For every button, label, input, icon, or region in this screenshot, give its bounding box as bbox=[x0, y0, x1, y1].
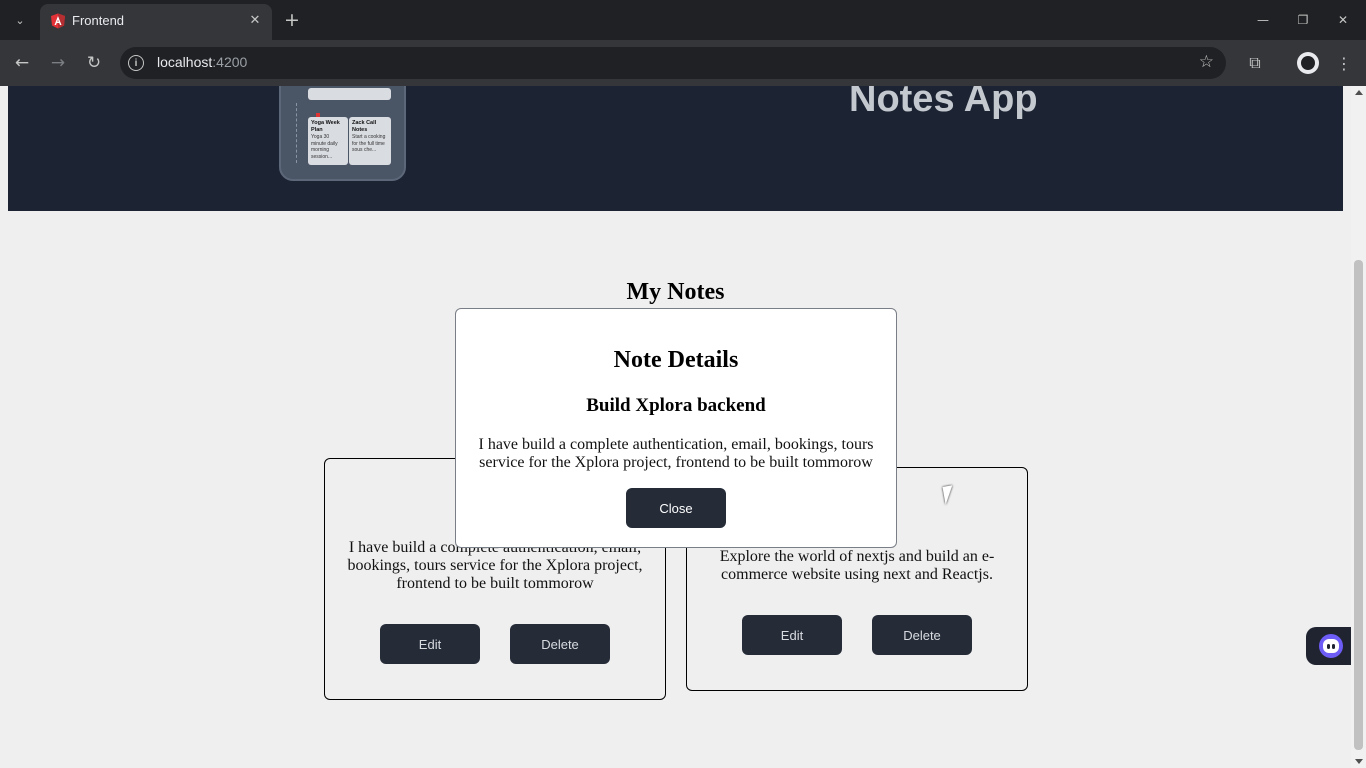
url-port: :4200 bbox=[212, 54, 248, 70]
url-text[interactable]: localhost:4200 bbox=[157, 54, 247, 70]
tab-title: Frontend bbox=[72, 13, 125, 28]
note-body: Explore the world of nextjs and build an… bbox=[719, 548, 995, 583]
phone-card: Yoga Week Plan Yoga 30 minute daily morn… bbox=[308, 117, 348, 165]
edit-button[interactable]: Edit bbox=[742, 615, 842, 655]
modal-note-title: Build Xplora backend bbox=[586, 395, 766, 416]
chevron-down-icon[interactable]: ⌄ bbox=[8, 8, 32, 32]
star-icon[interactable]: ☆ bbox=[1199, 52, 1214, 72]
scrollbar[interactable] bbox=[1351, 86, 1366, 768]
info-icon[interactable]: i bbox=[128, 55, 144, 71]
phone-illustration: Yoga Week Plan Yoga 30 minute daily morn… bbox=[279, 86, 406, 181]
modal-heading: Note Details bbox=[613, 347, 739, 373]
modal-note-body: I have build a complete authentication, … bbox=[478, 436, 874, 471]
reload-icon[interactable]: ↻ bbox=[82, 51, 106, 75]
arrow-right-icon[interactable]: → bbox=[46, 51, 70, 75]
scroll-up-arrow[interactable] bbox=[1355, 90, 1363, 95]
scrollbar-thumb[interactable] bbox=[1354, 260, 1363, 750]
minimize-icon[interactable]: — bbox=[1251, 8, 1275, 32]
plus-icon[interactable]: + bbox=[282, 8, 302, 32]
kebab-menu-icon[interactable]: ⋮ bbox=[1332, 51, 1356, 75]
chatbot-eye bbox=[1327, 644, 1330, 649]
delete-button[interactable]: Delete bbox=[510, 624, 610, 664]
close-button[interactable]: Close bbox=[626, 488, 726, 528]
avatar[interactable] bbox=[1297, 52, 1319, 74]
chatbot-eye bbox=[1332, 644, 1335, 649]
arrow-left-icon[interactable]: ← bbox=[10, 51, 34, 75]
close-icon[interactable]: ✕ bbox=[246, 11, 264, 29]
page-viewport: Yoga Week Plan Yoga 30 minute daily morn… bbox=[0, 86, 1366, 768]
phone-card-text: Yoga 30 minute daily morning session... bbox=[311, 134, 338, 160]
phone-timeline bbox=[296, 103, 298, 163]
scroll-down-arrow[interactable] bbox=[1355, 759, 1363, 764]
phone-card-top bbox=[308, 88, 391, 100]
phone-card-title: Zack Call Notes bbox=[352, 120, 377, 134]
note-details-modal: Note Details Build Xplora backend I have… bbox=[455, 308, 897, 548]
hero-title: Notes App bbox=[849, 86, 1038, 120]
puzzle-icon[interactable]: ⧉ bbox=[1243, 51, 1267, 75]
angular-icon bbox=[51, 13, 65, 29]
phone-card-title: Yoga Week Plan bbox=[311, 120, 340, 134]
phone-card: Zack Call Notes Start a cooking for the … bbox=[349, 117, 391, 165]
delete-button[interactable]: Delete bbox=[872, 615, 972, 655]
page-title: My Notes bbox=[626, 279, 725, 305]
close-window-icon[interactable]: ✕ bbox=[1331, 8, 1355, 32]
restore-icon[interactable]: ❐ bbox=[1291, 8, 1315, 32]
edit-button[interactable]: Edit bbox=[380, 624, 480, 664]
chatbot-icon bbox=[1319, 634, 1343, 658]
browser-toolbar: ← → ↻ i localhost:4200 ☆ ⧉ ⋮ bbox=[0, 40, 1366, 86]
url-host: localhost bbox=[157, 54, 213, 70]
address-bar[interactable]: i localhost:4200 ☆ bbox=[120, 47, 1226, 79]
phone-card-text: Start a cooking for the full time sous c… bbox=[352, 134, 386, 154]
browser-tab[interactable]: Frontend ✕ bbox=[40, 4, 272, 40]
browser-tab-strip: ⌄ Frontend ✕ + — ❐ ✕ bbox=[0, 0, 1366, 40]
hero-banner: Yoga Week Plan Yoga 30 minute daily morn… bbox=[8, 86, 1343, 211]
